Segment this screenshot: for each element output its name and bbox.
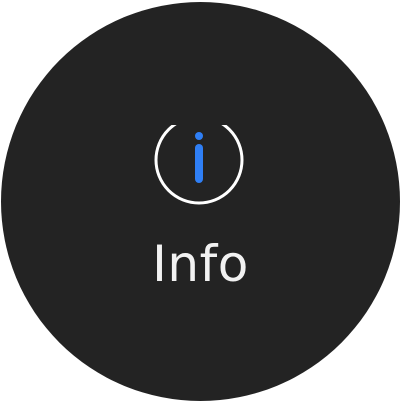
info-label: Info — [152, 235, 249, 293]
screen: Info — [0, 0, 401, 403]
info-button[interactable]: Info — [1, 2, 400, 401]
info-icon — [153, 125, 245, 205]
